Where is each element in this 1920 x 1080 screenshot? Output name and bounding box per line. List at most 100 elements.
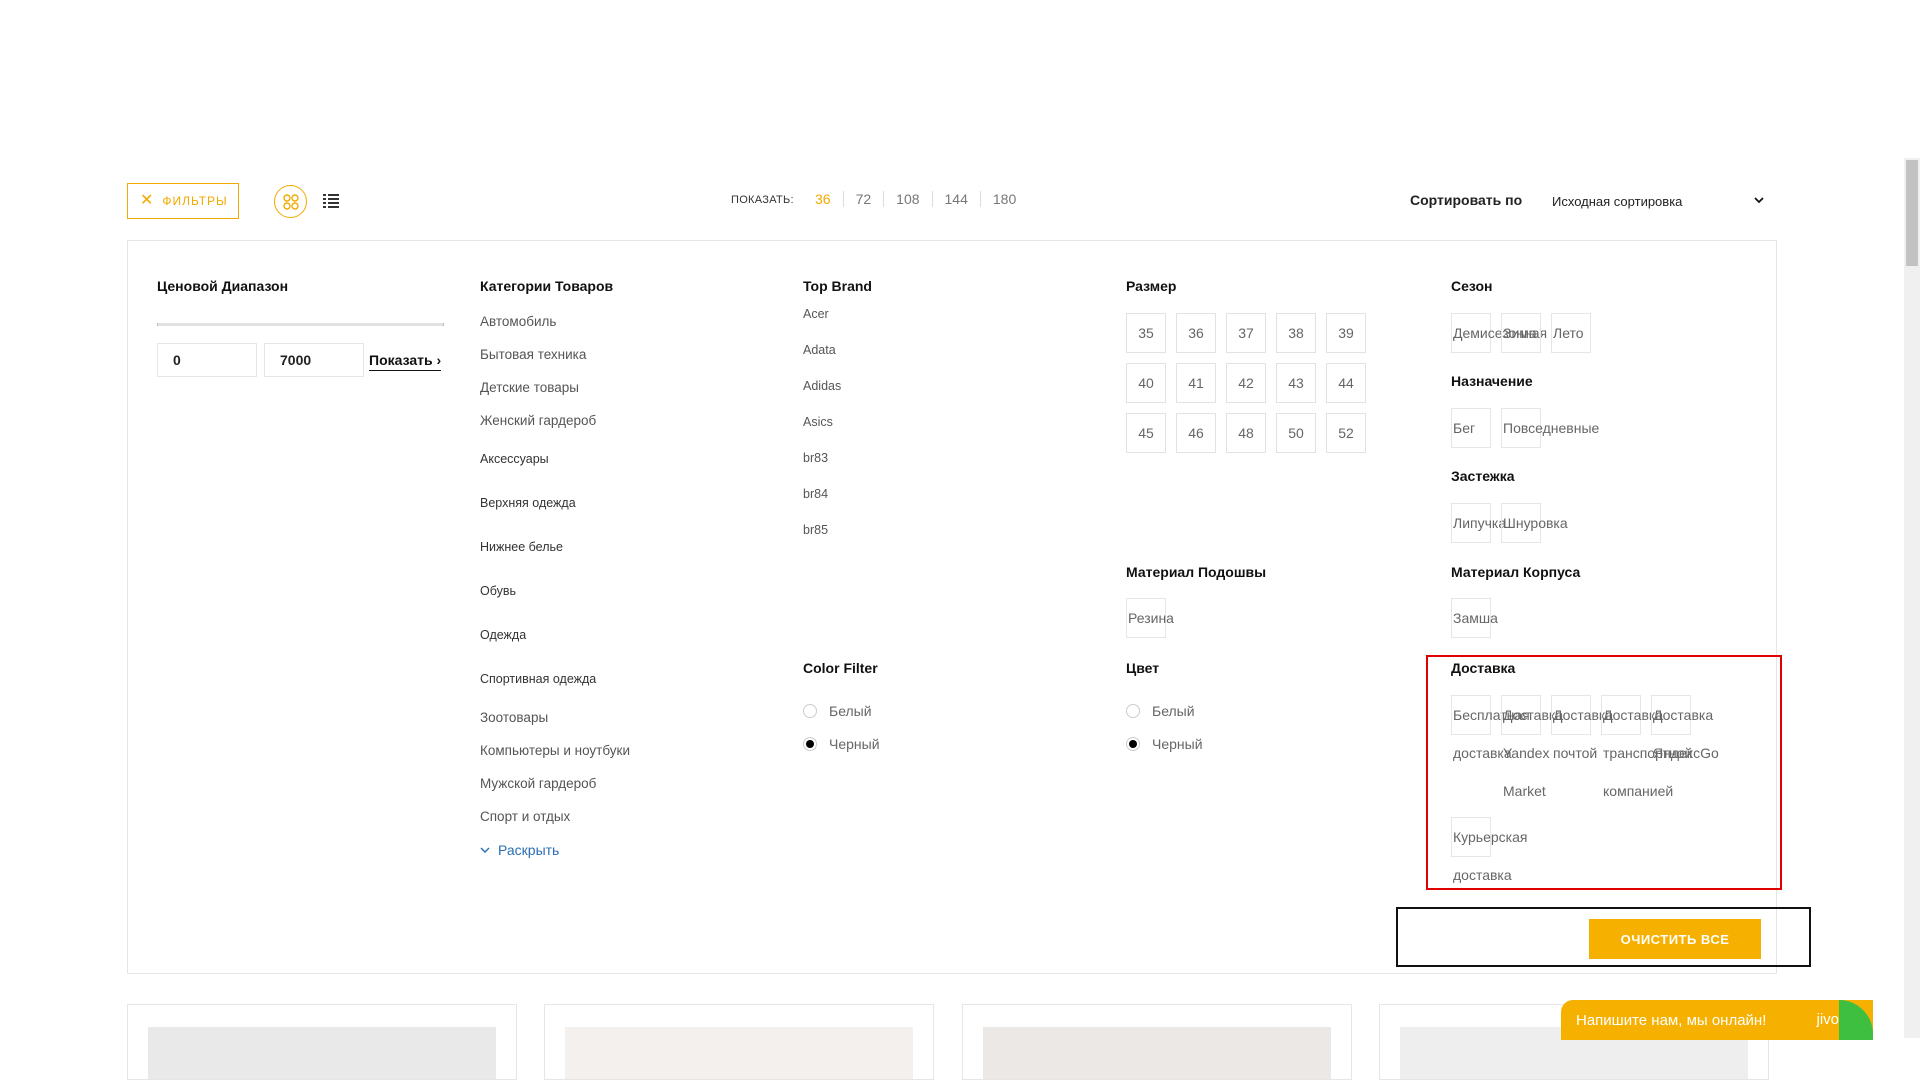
delivery-option-line: Yandex xyxy=(1503,745,1550,761)
online-indicator xyxy=(1839,1000,1873,1040)
category-item[interactable]: Женский гардероб xyxy=(480,413,596,428)
size-option[interactable]: 48 xyxy=(1226,413,1266,453)
attributes-filter: Сезон Демисезонная Зима Лето Назначение … xyxy=(1451,278,1771,676)
radio-icon xyxy=(803,704,817,718)
size-option[interactable]: 44 xyxy=(1326,363,1366,403)
chat-widget[interactable]: Напишите нам, мы онлайн! jivo xyxy=(1561,1000,1873,1040)
fastener-option[interactable]: Липучка xyxy=(1451,503,1506,543)
expand-label: Раскрыть xyxy=(498,842,560,858)
sole-material-option[interactable]: Резина xyxy=(1126,598,1174,638)
delivery-option[interactable]: Бесплатная доставка xyxy=(1451,695,1530,761)
category-item[interactable]: Верхняя одежда xyxy=(480,496,576,510)
product-card[interactable] xyxy=(127,1004,517,1080)
size-option[interactable]: 42 xyxy=(1226,363,1266,403)
chevron-right-icon: › xyxy=(436,352,442,368)
size-option[interactable]: 38 xyxy=(1276,313,1316,353)
brand-item[interactable]: Asics xyxy=(803,415,833,429)
product-card[interactable] xyxy=(544,1004,934,1080)
size-option[interactable]: 46 xyxy=(1176,413,1216,453)
chat-text: Напишите нам, мы онлайн! xyxy=(1576,1011,1767,1029)
category-item[interactable]: Спортивная одежда xyxy=(480,672,596,686)
expand-categories-link[interactable]: Раскрыть xyxy=(480,842,559,858)
delivery-option-line: компанией xyxy=(1603,783,1674,799)
season-title: Сезон xyxy=(1451,278,1493,294)
season-option[interactable]: Лето xyxy=(1551,313,1591,353)
brand-item[interactable]: Adata xyxy=(803,343,836,357)
price-show-button[interactable]: Показать › xyxy=(369,352,442,371)
price-max-input[interactable]: 7000 xyxy=(264,343,364,377)
price-title: Ценовой Диапазон xyxy=(157,278,289,294)
catalog-toolbar: ✕ ФИЛЬТРЫ ПОКАЗАТЬ: 36 72 108 144 180 Со… xyxy=(127,183,1777,219)
filter-panel: Ценовой Диапазон 0 7000 Показать › Катег… xyxy=(127,240,1777,974)
product-card[interactable] xyxy=(962,1004,1352,1080)
delivery-option-line: Market xyxy=(1503,783,1546,799)
category-item[interactable]: Компьютеры и ноутбуки xyxy=(480,743,630,758)
color-option-black[interactable]: Черный xyxy=(1126,736,1203,752)
size-option[interactable]: 40 xyxy=(1126,363,1166,403)
category-item[interactable]: Мужской гардероб xyxy=(480,776,596,791)
delivery-option[interactable]: Доставка почтой xyxy=(1551,695,1613,761)
size-option[interactable]: 35 xyxy=(1126,313,1166,353)
delivery-option-line: Курьерская xyxy=(1453,829,1528,845)
per-page-option[interactable]: 36 xyxy=(807,191,843,207)
delivery-option[interactable]: Курьерская доставка xyxy=(1451,817,1527,883)
category-item[interactable]: Детские товары xyxy=(480,380,579,395)
category-item[interactable]: Нижнее белье xyxy=(480,540,563,554)
delivery-option[interactable]: Доставка транспортной компанией xyxy=(1601,695,1692,799)
size-option[interactable]: 45 xyxy=(1126,413,1166,453)
price-slider[interactable] xyxy=(157,323,444,326)
size-option[interactable]: 41 xyxy=(1176,363,1216,403)
close-icon: ✕ xyxy=(140,192,155,209)
filters-toggle-button[interactable]: ✕ ФИЛЬТРЫ xyxy=(127,183,239,219)
delivery-option[interactable]: Доставка ЯндексGo xyxy=(1651,695,1719,761)
season-option[interactable]: Демисезонная xyxy=(1451,313,1547,353)
category-item[interactable]: Бытовая техника xyxy=(480,347,586,362)
option-label: Белый xyxy=(829,703,872,719)
category-item[interactable]: Одежда xyxy=(480,628,526,642)
grid-view-button[interactable] xyxy=(274,185,307,218)
brand-item[interactable]: Acer xyxy=(803,307,829,321)
radio-checked-icon xyxy=(1126,737,1140,751)
filters-label: ФИЛЬТРЫ xyxy=(162,194,228,208)
color-filter-option-black[interactable]: Черный xyxy=(803,736,880,752)
body-material-option[interactable]: Замша xyxy=(1451,598,1498,638)
per-page-option[interactable]: 72 xyxy=(842,191,884,207)
brand-item[interactable]: Adidas xyxy=(803,379,841,393)
sort-value: Исходная сортировка xyxy=(1552,193,1683,209)
purpose-option[interactable]: Повседневные xyxy=(1501,408,1599,448)
per-page-option[interactable]: 108 xyxy=(883,191,931,207)
size-option[interactable]: 37 xyxy=(1226,313,1266,353)
brand-item[interactable]: br84 xyxy=(803,487,828,501)
brand-item[interactable]: br85 xyxy=(803,523,828,537)
per-page-option[interactable]: 144 xyxy=(931,191,980,207)
price-min-input[interactable]: 0 xyxy=(157,343,257,377)
color-option-white[interactable]: Белый xyxy=(1126,703,1195,719)
size-option[interactable]: 39 xyxy=(1326,313,1366,353)
brands-title: Top Brand xyxy=(803,278,872,294)
product-image xyxy=(983,1027,1331,1079)
color-filter-option-white[interactable]: Белый xyxy=(803,703,872,719)
size-option[interactable]: 52 xyxy=(1326,413,1366,453)
delivery-option-line: доставка xyxy=(1453,867,1512,883)
category-item[interactable]: Спорт и отдых xyxy=(480,809,570,824)
category-item[interactable]: Автомобиль xyxy=(480,314,556,329)
sort-select[interactable]: Исходная сортировка xyxy=(1544,187,1774,215)
purpose-option[interactable]: Бег xyxy=(1451,408,1491,448)
brand-item[interactable]: br83 xyxy=(803,451,828,465)
radio-icon xyxy=(1126,704,1140,718)
category-item[interactable]: Аксессуары xyxy=(480,452,549,466)
scrollbar-thumb[interactable] xyxy=(1906,160,1918,266)
size-option[interactable]: 50 xyxy=(1276,413,1316,453)
clear-all-button[interactable]: ОЧИСТИТЬ ВСЕ xyxy=(1589,919,1761,959)
season-option[interactable]: Зима xyxy=(1501,313,1541,353)
grid-icon xyxy=(282,193,299,210)
fastener-option[interactable]: Шнуровка xyxy=(1501,503,1568,543)
page-scrollbar[interactable] xyxy=(1904,158,1920,1038)
category-item[interactable]: Обувь xyxy=(480,584,516,598)
delivery-option[interactable]: Доставка Yandex Market xyxy=(1501,695,1563,799)
per-page-option[interactable]: 180 xyxy=(979,191,1028,207)
category-item[interactable]: Зоотовары xyxy=(480,710,548,725)
size-option[interactable]: 43 xyxy=(1276,363,1316,403)
list-view-icon[interactable] xyxy=(323,193,339,209)
size-option[interactable]: 36 xyxy=(1176,313,1216,353)
